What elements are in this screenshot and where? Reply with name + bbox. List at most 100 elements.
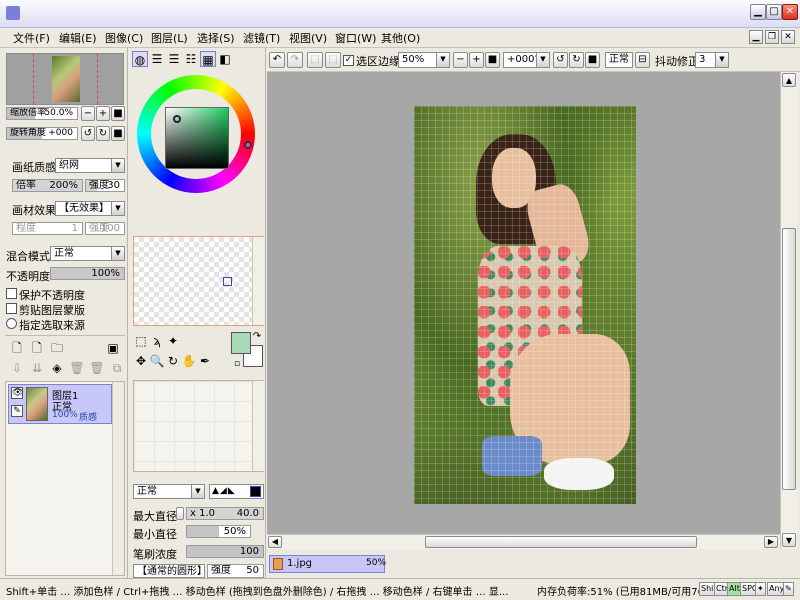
menu-other[interactable]: 其他(O)	[381, 30, 420, 46]
min-size-slider[interactable]: 50%	[186, 525, 251, 538]
vertical-scroll-thumb[interactable]	[782, 228, 796, 490]
toolbar-zoom-out-button[interactable]: −	[453, 52, 468, 68]
toolbar-rotate-reset-button[interactable]: ■	[585, 52, 600, 68]
rgb-slider-tab-icon[interactable]: ☰	[149, 51, 165, 67]
navigator-rotate-slider[interactable]: 旋转角度 +000	[6, 127, 78, 140]
sv-cursor[interactable]	[173, 115, 181, 123]
swatch-scrollbar[interactable]	[252, 237, 264, 325]
view-mode-select[interactable]: 正常	[605, 52, 633, 68]
doc-minimize-button[interactable]: ▁	[749, 30, 763, 44]
flip-button[interactable]: ⊟	[635, 52, 650, 68]
hue-cursor[interactable]	[244, 141, 252, 149]
zoom-reset-button[interactable]: ■	[111, 106, 125, 121]
scroll-right-button[interactable]: ▶	[764, 536, 778, 548]
toolbar-rotate-ccw-button[interactable]: ↺	[553, 52, 568, 68]
layer-mask-icon[interactable]: ▣	[105, 340, 121, 356]
hsv-slider-tab-icon[interactable]: ☰	[166, 51, 182, 67]
brush-mode-select[interactable]: 正常 ▼	[133, 484, 205, 499]
new-vector-layer-icon[interactable]: 🗋	[29, 340, 45, 356]
menu-file[interactable]: 文件(F)	[13, 30, 50, 46]
zoom-in-button[interactable]: +	[96, 106, 110, 121]
paper-effect-select[interactable]: 【无效果】 ▼	[55, 201, 125, 216]
protect-opacity-checkbox[interactable]	[6, 288, 17, 299]
eye-icon[interactable]: 👁	[11, 387, 23, 399]
paper-scale-slider[interactable]: 倍率 200%	[12, 179, 83, 192]
color-wheel[interactable]	[137, 75, 255, 193]
menu-edit[interactable]: 编辑(E)	[59, 30, 97, 46]
rotate-tool-icon[interactable]: ↻	[165, 353, 181, 369]
scroll-left-button[interactable]: ◀	[268, 536, 282, 548]
menu-image[interactable]: 图像(C)	[105, 30, 143, 46]
transparent-color-icon[interactable]: ▫	[229, 356, 245, 372]
swap-colors-icon[interactable]: ↷	[249, 329, 265, 345]
delete-icon-2[interactable]: 🗑	[89, 360, 105, 376]
toolbar-zoom-reset-button[interactable]: ■	[485, 52, 500, 68]
magic-wand-icon[interactable]: ✦	[165, 333, 181, 349]
menu-select[interactable]: 选择(S)	[197, 30, 235, 46]
canvas-area[interactable]	[267, 72, 780, 534]
layer-row[interactable]: 👁 ✎ 图层1 正常 100% 质感	[8, 384, 112, 424]
menu-view[interactable]: 视图(V)	[289, 30, 327, 46]
delete-layer-icon[interactable]: 🗑	[69, 360, 85, 376]
clip-layer-checkbox[interactable]	[6, 303, 17, 314]
scroll-down-button[interactable]: ▼	[782, 533, 796, 547]
menu-filter[interactable]: 滤镜(T)	[243, 30, 280, 46]
menu-layer[interactable]: 图层(L)	[151, 30, 188, 46]
menu-window[interactable]: 窗口(W)	[335, 30, 376, 46]
merge-down-icon[interactable]: ⇊	[29, 360, 45, 376]
move-icon[interactable]: ✥	[133, 353, 149, 369]
minimize-button[interactable]: ▁	[750, 4, 766, 20]
tip-strength-slider[interactable]: 强度 50	[207, 564, 264, 578]
paper-texture-select[interactable]: 织网 ▼	[55, 158, 125, 173]
density-slider[interactable]: 100	[186, 545, 264, 558]
navigator-zoom-slider[interactable]: 缩放倍率 50.0%	[6, 107, 78, 120]
rotate-cw-button[interactable]: ↻	[96, 126, 110, 141]
size-mult-button[interactable]	[176, 507, 184, 520]
layer-settings-icon[interactable]: ⧉	[109, 360, 125, 376]
rect-select-icon[interactable]: ⬚	[133, 333, 149, 349]
canvas-horizontal-scrollbar[interactable]: ◀ ▶	[267, 534, 780, 549]
mixer-tab-icon[interactable]: ☷	[183, 51, 199, 67]
navigator-preview[interactable]	[6, 53, 124, 105]
toolbar-zoom-in-button[interactable]: +	[469, 52, 484, 68]
new-folder-icon[interactable]: 🗀	[49, 340, 65, 356]
paper-strength-slider[interactable]: 强度 30	[85, 179, 125, 192]
eyedropper-icon[interactable]: ✒	[197, 353, 213, 369]
document-tab[interactable]: 1.jpg 50%	[269, 555, 386, 573]
toolbar-rotate-cw-button[interactable]: ↻	[569, 52, 584, 68]
scratchpad-tab-icon[interactable]: ◧	[217, 51, 233, 67]
lasso-icon[interactable]: ϡ	[149, 333, 165, 349]
zoom-select[interactable]: 50% ▼	[398, 52, 450, 68]
rotate-reset-button[interactable]: ■	[111, 126, 125, 141]
close-button[interactable]: ✕	[782, 4, 798, 20]
clear-layer-icon[interactable]: ◈	[49, 360, 65, 376]
stabilizer-select[interactable]: 3 ▼	[695, 52, 729, 68]
horizontal-scroll-thumb[interactable]	[425, 536, 697, 548]
deselect-button[interactable]: ⬚	[307, 52, 323, 68]
zoom-tool-icon[interactable]: 🔍	[149, 353, 165, 369]
max-size-slider[interactable]: x 1.0 40.0	[186, 507, 264, 520]
pen-lock-icon[interactable]: ✎	[11, 405, 23, 417]
hand-tool-icon[interactable]: ✋	[181, 353, 197, 369]
doc-restore-button[interactable]: ❐	[765, 30, 779, 44]
canvas-image[interactable]	[414, 106, 636, 504]
blend-mode-select[interactable]: 正常 ▼	[50, 246, 125, 261]
color-wheel-tab-icon[interactable]: ◍	[132, 51, 148, 67]
new-layer-icon[interactable]: 🗋	[9, 340, 25, 356]
zoom-out-button[interactable]: −	[81, 106, 95, 121]
undo-button[interactable]: ↶	[269, 52, 285, 68]
selection-edge-checkbox[interactable]: ✓	[343, 55, 354, 66]
brush-shape-selector[interactable]: ▲◢◣	[209, 484, 264, 499]
invert-select-button[interactable]: ⬚	[325, 52, 341, 68]
scroll-up-button[interactable]: ▲	[782, 73, 796, 87]
canvas-vertical-scrollbar[interactable]: ▲ ▼	[780, 72, 797, 549]
rotate-ccw-button[interactable]: ↺	[81, 126, 95, 141]
swatch-tab-icon[interactable]: ▦	[200, 51, 216, 67]
brush-tip-select[interactable]: 【通常的圆形】	[133, 564, 205, 578]
primary-color-swatch[interactable]	[231, 332, 251, 354]
brush-list-grid[interactable]	[134, 381, 252, 471]
brush-list-scrollbar[interactable]	[252, 381, 264, 471]
layer-list-scrollbar[interactable]	[112, 382, 124, 575]
transfer-down-icon[interactable]: ⇩	[9, 360, 25, 376]
maximize-button[interactable]: □	[766, 4, 782, 20]
